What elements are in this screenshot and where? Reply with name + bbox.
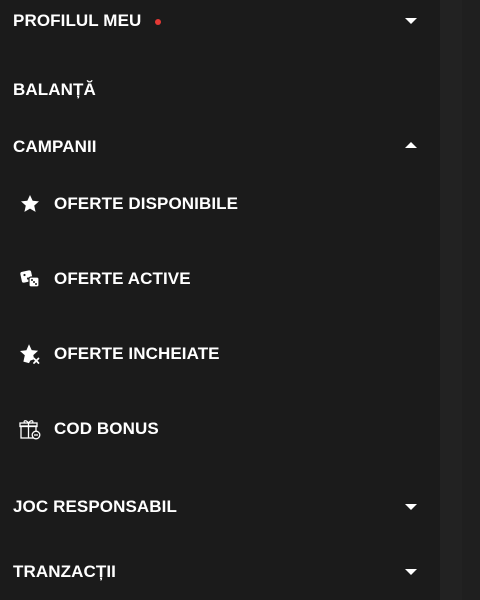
menu-item-responsible-gaming-label: JOC RESPONSABIL [13, 497, 177, 516]
menu-item-transactions[interactable]: TRANZACȚII [0, 557, 440, 587]
submenu-item-label: OFERTE DISPONIBILE [54, 194, 239, 213]
dice-icon [18, 267, 42, 291]
notification-dot [155, 19, 162, 25]
submenu-item-label: OFERTE INCHEIATE [54, 344, 220, 363]
background-panel [462, 0, 480, 600]
star-icon [18, 192, 42, 216]
side-menu: PROFILUL MEU BALANȚĂ CAMPANII OFERTE DIS… [0, 0, 440, 600]
panel-divider [440, 0, 462, 600]
menu-item-profile-label: PROFILUL MEU [13, 11, 142, 30]
menu-item-profile[interactable]: PROFILUL MEU [0, 6, 440, 36]
menu-item-balance[interactable]: BALANȚĂ [0, 75, 440, 105]
submenu-item-available-offers[interactable]: OFERTE DISPONIBILE [0, 188, 440, 220]
chevron-down-icon[interactable] [405, 569, 417, 575]
menu-item-campaigns[interactable]: CAMPANII [0, 132, 440, 162]
chevron-down-icon[interactable] [405, 504, 417, 510]
menu-item-campaigns-label: CAMPANII [13, 137, 97, 156]
star-x-icon [18, 342, 42, 366]
menu-item-responsible-gaming[interactable]: JOC RESPONSABIL [0, 492, 440, 522]
chevron-up-icon[interactable] [405, 142, 417, 148]
chevron-down-icon[interactable] [405, 18, 417, 24]
submenu-item-label: OFERTE ACTIVE [54, 269, 191, 288]
gift-icon [18, 417, 42, 441]
submenu-item-ended-offers[interactable]: OFERTE INCHEIATE [0, 338, 440, 370]
page: PROFILUL MEU BALANȚĂ CAMPANII OFERTE DIS… [0, 0, 480, 600]
submenu-item-active-offers[interactable]: OFERTE ACTIVE [0, 263, 440, 295]
submenu-item-label: COD BONUS [54, 419, 159, 438]
menu-item-balance-label: BALANȚĂ [13, 80, 96, 99]
menu-item-transactions-label: TRANZACȚII [13, 562, 116, 581]
submenu-item-bonus-code[interactable]: COD BONUS [0, 413, 440, 445]
